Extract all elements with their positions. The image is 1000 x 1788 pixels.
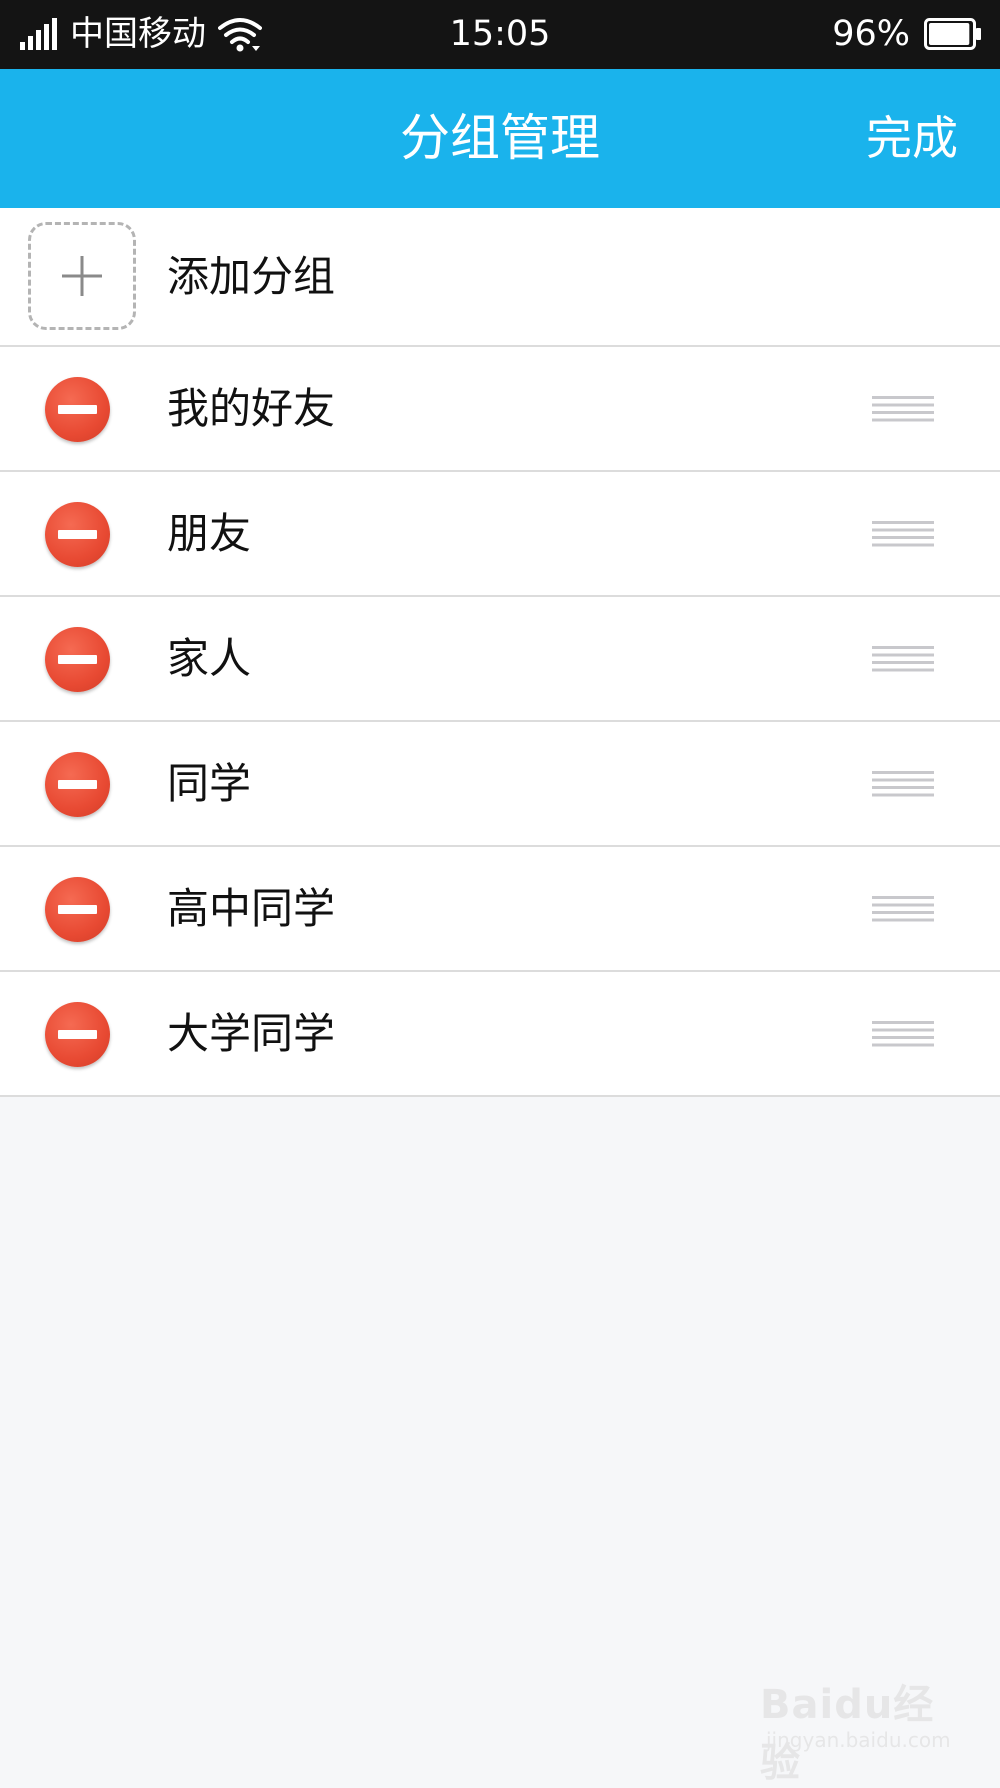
minus-icon: [58, 1030, 97, 1039]
group-row-1: 朋友: [0, 472, 1000, 597]
clock-time: 15:05: [449, 14, 551, 54]
group-row-2: 家人: [0, 597, 1000, 722]
drag-handle-icon[interactable]: [872, 771, 934, 797]
delete-group-button[interactable]: [45, 1002, 110, 1067]
group-row-3: 同学: [0, 722, 1000, 847]
drag-handle-icon[interactable]: [872, 521, 934, 547]
watermark-url: jingyan.baidu.com: [766, 1728, 951, 1752]
wifi-icon: [218, 18, 262, 52]
group-row-5: 大学同学: [0, 972, 1000, 1097]
delete-group-button[interactable]: [45, 877, 110, 942]
delete-group-button[interactable]: [45, 377, 110, 442]
group-list: 添加分组 我的好友 朋友 家人 同学 高中同学 大学同学: [0, 208, 1000, 1097]
plus-icon: [62, 256, 102, 296]
drag-handle-icon[interactable]: [872, 646, 934, 672]
minus-icon: [58, 530, 97, 539]
group-name: 高中同学: [167, 884, 336, 933]
minus-icon: [58, 655, 97, 664]
minus-icon: [58, 905, 97, 914]
baidu-jingyan-watermark: Baidu经验 jingyan.baidu.com: [760, 1666, 951, 1786]
nav-bar: 分组管理 完成: [0, 69, 1000, 208]
signal-bars-icon: [20, 18, 57, 50]
add-group-row[interactable]: 添加分组: [0, 208, 1000, 347]
minus-icon: [58, 780, 97, 789]
done-button[interactable]: 完成: [866, 69, 958, 208]
delete-group-button[interactable]: [45, 752, 110, 817]
status-bar: 中国移动 15:05 96%: [0, 0, 1000, 69]
group-name: 同学: [167, 759, 252, 808]
minus-icon: [58, 405, 97, 414]
group-row-4: 高中同学: [0, 847, 1000, 972]
drag-handle-icon[interactable]: [872, 396, 934, 422]
add-group-label: 添加分组: [167, 252, 336, 301]
drag-handle-icon[interactable]: [872, 896, 934, 922]
group-name: 我的好友: [167, 384, 336, 433]
delete-group-button[interactable]: [45, 502, 110, 567]
page-title: 分组管理: [400, 109, 600, 167]
group-name: 大学同学: [167, 1009, 336, 1058]
group-name: 家人: [167, 634, 252, 683]
carrier-name: 中国移动: [70, 14, 206, 54]
group-row-0: 我的好友: [0, 347, 1000, 472]
battery-percent: 96%: [832, 14, 910, 54]
delete-group-button[interactable]: [45, 627, 110, 692]
drag-handle-icon[interactable]: [872, 1021, 934, 1047]
group-name: 朋友: [167, 509, 252, 558]
battery-icon: [924, 18, 981, 50]
add-group-button[interactable]: [28, 222, 136, 330]
